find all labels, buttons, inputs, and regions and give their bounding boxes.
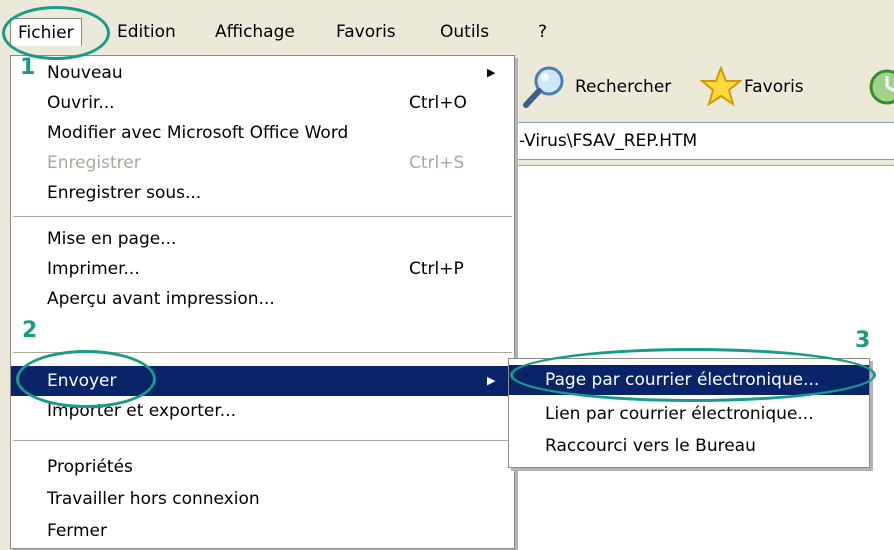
menu-item-label: Enregistrer [47, 153, 141, 173]
menu-item-hors-connexion[interactable]: Travailler hors connexion [11, 484, 514, 514]
menu-item-enregistrer-sous[interactable]: Enregistrer sous... [11, 178, 514, 208]
menu-separator [13, 352, 512, 353]
menu-item-label: Envoyer [47, 371, 117, 391]
menu-favoris[interactable]: Favoris [336, 18, 396, 46]
menu-item-apercu[interactable]: Aperçu avant impression... [11, 284, 514, 314]
menu-help[interactable]: ? [538, 18, 547, 46]
menu-edition[interactable]: Edition [117, 18, 176, 46]
menu-item-label: Modifier avec Microsoft Office Word [47, 123, 349, 143]
menu-item-modifier-word[interactable]: Modifier avec Microsoft Office Word [11, 118, 514, 148]
annotation-step-2: 2 [22, 318, 38, 343]
menu-item-shortcut: Ctrl+S [409, 153, 465, 173]
search-icon [523, 66, 564, 108]
submenu-item-label: Page par courrier électronique... [545, 370, 820, 390]
menu-item-envoyer[interactable]: Envoyer ▶ [11, 366, 514, 396]
menu-item-label: Imprimer... [47, 259, 140, 279]
file-menu: Nouveau ▶ Ouvrir... Ctrl+O Modifier avec… [10, 55, 515, 549]
history-button[interactable] [867, 55, 894, 119]
menu-item-proprietes[interactable]: Propriétés [11, 452, 514, 482]
favorites-button[interactable]: Favoris [700, 55, 804, 119]
menu-item-shortcut: Ctrl+P [409, 259, 464, 279]
search-label: Rechercher [575, 77, 672, 97]
menu-item-mise-en-page[interactable]: Mise en page... [11, 224, 514, 254]
submenu-item-lien-courrier[interactable]: Lien par courrier électronique... [509, 399, 869, 429]
menu-item-label: Travailler hors connexion [47, 489, 260, 509]
favorites-label: Favoris [744, 77, 804, 97]
annotation-step-1: 1 [20, 55, 36, 80]
menu-bar: Fichier Edition Affichage Favoris Outils… [0, 0, 894, 60]
menu-separator [13, 216, 512, 217]
menu-affichage[interactable]: Affichage [215, 18, 295, 46]
menu-item-label: Importer et exporter... [47, 401, 236, 421]
menu-item-label: Mise en page... [47, 229, 177, 249]
address-bar[interactable]: -Virus\FSAV_REP.HTM [517, 122, 894, 160]
submenu-item-label: Raccourci vers le Bureau [545, 436, 756, 456]
submenu-item-raccourci-bureau[interactable]: Raccourci vers le Bureau [509, 431, 869, 461]
menu-item-importer-exporter[interactable]: Importer et exporter... [11, 396, 514, 426]
submenu-item-page-courrier[interactable]: Page par courrier électronique... [509, 365, 869, 395]
menu-outils[interactable]: Outils [440, 18, 489, 46]
menu-item-label: Aperçu avant impression... [47, 289, 275, 309]
menu-fichier[interactable]: Fichier [10, 18, 82, 46]
menu-item-imprimer[interactable]: Imprimer... Ctrl+P [11, 254, 514, 284]
menu-item-shortcut: Ctrl+O [409, 93, 467, 113]
history-icon [869, 69, 894, 105]
menu-separator [13, 440, 512, 441]
menu-item-label: Propriétés [47, 457, 133, 477]
menu-item-label: Fermer [47, 521, 108, 541]
submenu-arrow-icon: ▶ [487, 66, 496, 79]
menu-item-nouveau[interactable]: Nouveau ▶ [11, 58, 514, 88]
submenu-item-label: Lien par courrier électronique... [545, 404, 814, 424]
menu-item-enregistrer: Enregistrer Ctrl+S [11, 148, 514, 178]
menu-item-label: Ouvrir... [47, 93, 115, 113]
annotation-step-3: 3 [855, 328, 871, 353]
menu-item-label: Nouveau [47, 63, 123, 83]
menu-item-ouvrir[interactable]: Ouvrir... Ctrl+O [11, 88, 514, 118]
menu-item-label: Enregistrer sous... [47, 183, 202, 203]
toolbar: Rechercher Favoris [517, 55, 894, 119]
send-submenu: Page par courrier électronique... Lien p… [508, 358, 870, 468]
favorites-star-icon [700, 66, 742, 107]
menu-item-fermer[interactable]: Fermer [11, 516, 514, 546]
address-value: -Virus\FSAV_REP.HTM [519, 131, 698, 151]
search-button[interactable]: Rechercher [521, 55, 671, 119]
submenu-arrow-icon: ▶ [487, 374, 496, 387]
